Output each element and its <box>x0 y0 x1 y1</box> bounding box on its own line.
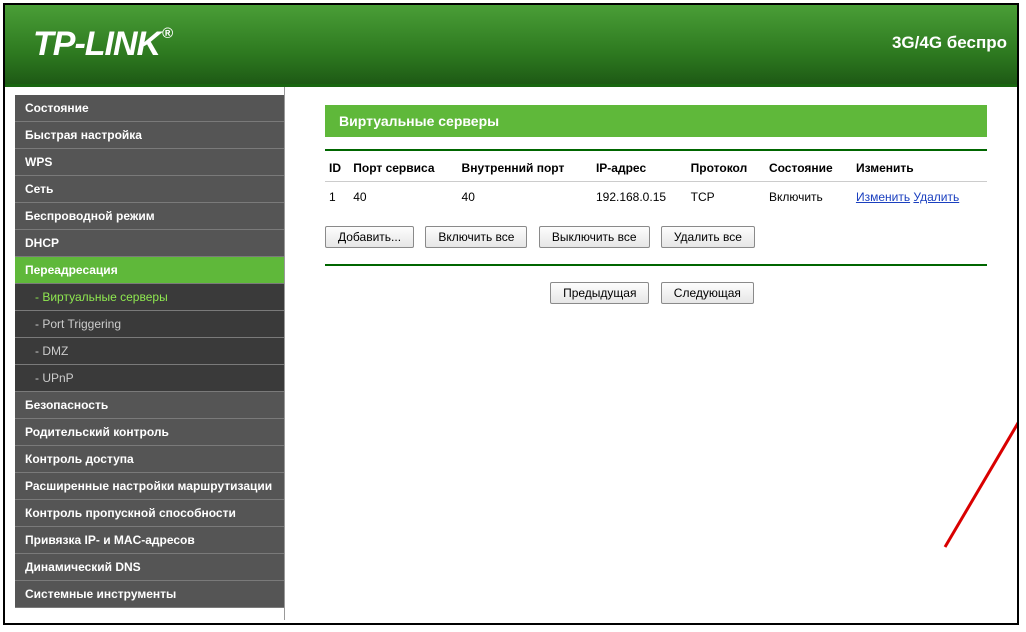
logo: TP-LINK® <box>33 25 172 64</box>
sidebar-item-quick-setup[interactable]: Быстрая настройка <box>15 122 284 149</box>
col-status: Состояние <box>765 155 852 182</box>
delete-link[interactable]: Удалить <box>913 190 959 204</box>
sidebar-item-wireless[interactable]: Беспроводной режим <box>15 203 284 230</box>
logo-text: TP-LINK <box>33 25 160 63</box>
model-text: 3G/4G беспро <box>892 33 1007 53</box>
cell-id: 1 <box>325 182 349 213</box>
prev-button[interactable]: Предыдущая <box>550 282 649 304</box>
registered-icon: ® <box>162 25 172 42</box>
col-modify: Изменить <box>852 155 987 182</box>
sidebar-item-parental[interactable]: Родительский контроль <box>15 419 284 446</box>
disable-all-button[interactable]: Выключить все <box>539 226 650 248</box>
sidebar-item-upnp[interactable]: - UPnP <box>15 365 284 392</box>
col-id: ID <box>325 155 349 182</box>
header-bar: TP-LINK® 3G/4G беспро <box>5 5 1017 87</box>
table-header-row: ID Порт сервиса Внутренний порт IP-адрес… <box>325 155 987 182</box>
edit-link[interactable]: Изменить <box>856 190 910 204</box>
main-panel: Виртуальные серверы ID Порт сервиса Внут… <box>285 87 1017 620</box>
sidebar-item-status[interactable]: Состояние <box>15 95 284 122</box>
sidebar-item-security[interactable]: Безопасность <box>15 392 284 419</box>
col-service-port: Порт сервиса <box>349 155 457 182</box>
sidebar-item-access-control[interactable]: Контроль доступа <box>15 446 284 473</box>
divider <box>325 149 987 151</box>
cell-ip: 192.168.0.15 <box>592 182 687 213</box>
page-title: Виртуальные серверы <box>325 105 987 137</box>
sidebar-item-forwarding[interactable]: Переадресация <box>15 257 284 284</box>
table-row: 1 40 40 192.168.0.15 TCP Включить Измени… <box>325 182 987 213</box>
sidebar-item-dhcp[interactable]: DHCP <box>15 230 284 257</box>
sidebar-item-bandwidth[interactable]: Контроль пропускной способности <box>15 500 284 527</box>
menu-list: Состояние Быстрая настройка WPS Сеть Бес… <box>15 95 284 608</box>
next-button[interactable]: Следующая <box>661 282 754 304</box>
add-button[interactable]: Добавить... <box>325 226 414 248</box>
col-internal-port: Внутренний порт <box>458 155 592 182</box>
delete-all-button[interactable]: Удалить все <box>661 226 755 248</box>
cell-status: Включить <box>765 182 852 213</box>
sidebar-item-dmz[interactable]: - DMZ <box>15 338 284 365</box>
sidebar-item-ip-mac[interactable]: Привязка IP- и MAC-адресов <box>15 527 284 554</box>
sidebar: Состояние Быстрая настройка WPS Сеть Бес… <box>5 87 285 620</box>
virtual-servers-table: ID Порт сервиса Внутренний порт IP-адрес… <box>325 155 987 212</box>
sidebar-item-network[interactable]: Сеть <box>15 176 284 203</box>
cell-service-port: 40 <box>349 182 457 213</box>
sidebar-item-system-tools[interactable]: Системные инструменты <box>15 581 284 608</box>
enable-all-button[interactable]: Включить все <box>425 226 527 248</box>
cell-internal-port: 40 <box>458 182 592 213</box>
sidebar-item-dyndns[interactable]: Динамический DNS <box>15 554 284 581</box>
cell-actions: Изменить Удалить <box>852 182 987 213</box>
col-protocol: Протокол <box>687 155 765 182</box>
sidebar-item-port-triggering[interactable]: - Port Triggering <box>15 311 284 338</box>
divider <box>325 264 987 266</box>
sidebar-item-routing[interactable]: Расширенные настройки маршрутизации <box>15 473 284 500</box>
sidebar-item-wps[interactable]: WPS <box>15 149 284 176</box>
button-row: Добавить... Включить все Выключить все У… <box>325 226 987 248</box>
cell-protocol: TCP <box>687 182 765 213</box>
sidebar-item-virtual-servers[interactable]: - Виртуальные серверы <box>15 284 284 311</box>
col-ip: IP-адрес <box>592 155 687 182</box>
nav-row: Предыдущая Следующая <box>325 282 987 304</box>
